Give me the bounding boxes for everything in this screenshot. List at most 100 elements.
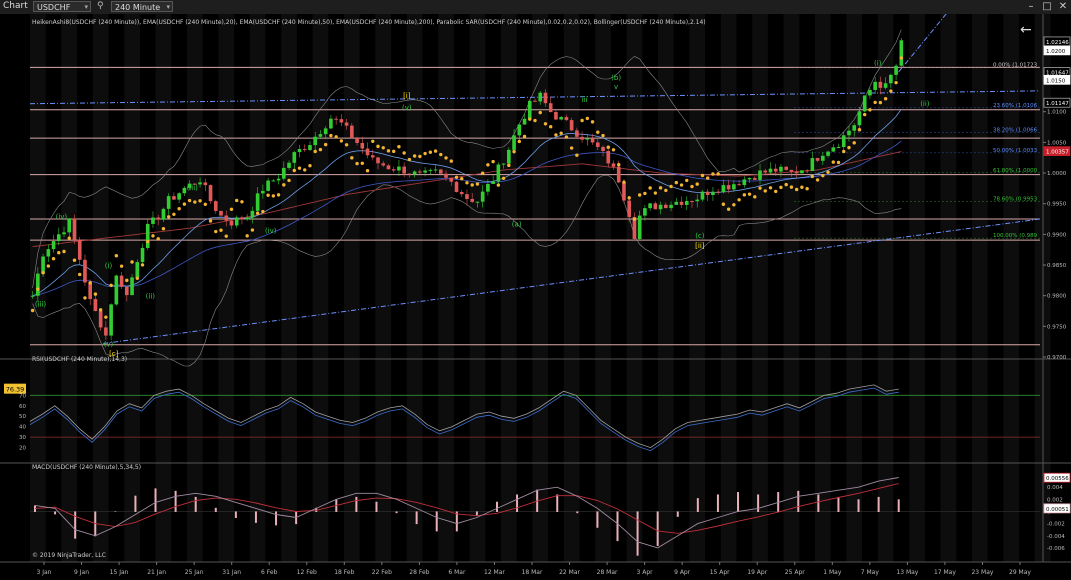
wave-label: (i) xyxy=(874,60,882,68)
candle-body xyxy=(669,204,673,209)
x-tick-label: 6 Mar xyxy=(448,569,466,576)
price-y-tick: 0.9950 xyxy=(1047,202,1067,208)
sar-dot xyxy=(543,122,548,126)
timeframe-select[interactable]: 240 Minute ▾ xyxy=(111,1,173,12)
session-stripe xyxy=(312,14,329,562)
candle-body xyxy=(800,170,804,174)
price-y-tick: 1.0050 xyxy=(1047,140,1067,146)
candle-body xyxy=(313,136,318,146)
candle-body xyxy=(292,152,297,163)
candle-body xyxy=(658,204,663,210)
sar-dot xyxy=(486,163,490,167)
wave-label: (ii) xyxy=(146,293,156,301)
search-icon[interactable]: ⚲ xyxy=(97,1,104,11)
sar-dot xyxy=(271,194,276,198)
sar-dot xyxy=(826,170,830,174)
candle-body xyxy=(156,217,161,220)
candle-body xyxy=(109,304,113,336)
x-tick-label: 17 May xyxy=(934,569,956,576)
sar-dot xyxy=(135,276,139,280)
x-tick-label: 13 May xyxy=(896,569,918,576)
minimize-icon[interactable]: – xyxy=(1024,0,1038,14)
chart-menu[interactable]: Chart xyxy=(3,1,28,11)
candle-body xyxy=(826,151,830,156)
wave-label: (iii) xyxy=(187,184,199,192)
sar-dot xyxy=(679,183,684,187)
candle-body xyxy=(381,163,386,166)
candle-body xyxy=(491,181,495,184)
sar-dot xyxy=(454,175,459,179)
x-tick-label: 15 Jan xyxy=(110,569,129,576)
candle-body xyxy=(276,178,281,181)
close-icon[interactable]: ✕ xyxy=(1056,0,1070,14)
sar-dot xyxy=(737,198,741,202)
macd-histogram-bar xyxy=(857,499,860,512)
candle-body xyxy=(323,128,328,135)
macd-histogram-bar xyxy=(254,511,257,523)
instrument-select[interactable]: USDCHF ▾ xyxy=(33,1,91,12)
candle-body xyxy=(166,196,171,209)
candle-body xyxy=(815,158,820,161)
sar-dot xyxy=(407,157,412,162)
macd-histogram-bar xyxy=(495,501,498,512)
sar-dot xyxy=(805,187,809,191)
candle-body xyxy=(56,234,61,242)
candle-body xyxy=(606,151,611,164)
back-arrow-icon[interactable]: ← xyxy=(1020,22,1032,38)
candle-body xyxy=(370,155,375,158)
candle-body xyxy=(700,191,705,200)
sar-dot xyxy=(878,100,883,105)
candle-body xyxy=(145,223,150,248)
price-flag-value: 1.00357 xyxy=(1046,150,1069,156)
macd-y-tick: 0.004 xyxy=(1047,485,1063,491)
candle-body xyxy=(690,201,694,203)
candle-body xyxy=(229,220,234,226)
candle-body xyxy=(72,218,77,240)
fib-level-label: 78.60% (0.9953 xyxy=(993,197,1038,203)
candle-body xyxy=(261,190,265,194)
candle-body xyxy=(51,241,56,250)
sar-dot xyxy=(501,176,506,180)
candle-body xyxy=(789,169,794,172)
candle-body xyxy=(454,181,459,193)
sar-dot xyxy=(548,125,553,129)
sar-dot xyxy=(444,156,448,160)
chart-canvas[interactable]: 0.00% (1.01723 23.60% (1.0106 38.20% (1.00… xyxy=(0,14,1071,580)
sar-dot xyxy=(166,215,171,219)
candle-body xyxy=(386,165,391,170)
candle-body xyxy=(512,135,516,150)
sar-dot xyxy=(182,202,187,206)
wave-label: [i] xyxy=(403,92,411,100)
wave-label: (i) xyxy=(105,262,113,270)
candle-body xyxy=(135,262,140,278)
candle-body xyxy=(62,232,66,235)
macd-histogram-bar xyxy=(556,494,559,512)
sar-dot xyxy=(842,149,846,154)
sar-dot xyxy=(653,191,658,195)
candle-body xyxy=(616,166,621,183)
candle-body xyxy=(758,170,762,180)
sar-dot xyxy=(83,296,87,300)
maximize-icon[interactable]: □ xyxy=(1040,0,1054,14)
sar-dot xyxy=(742,193,747,197)
macd-histogram-bar xyxy=(455,511,458,532)
candle-body xyxy=(716,191,720,193)
rsi-title: RSI(USDCHF (240 Minute),14,3) xyxy=(32,356,127,363)
candle-body xyxy=(784,166,789,170)
sar-dot xyxy=(130,260,134,264)
candle-body xyxy=(601,146,605,152)
sar-dot xyxy=(224,234,228,238)
candle-body xyxy=(684,201,689,205)
sar-dot xyxy=(794,187,799,192)
sar-dot xyxy=(789,185,794,189)
session-stripe xyxy=(438,14,454,562)
sar-dot xyxy=(512,149,516,154)
sar-dot xyxy=(313,149,317,154)
candle-body xyxy=(486,183,490,192)
candle-body xyxy=(287,162,291,168)
sar-dot xyxy=(350,156,354,160)
session-stripe xyxy=(720,14,737,562)
sar-dot xyxy=(67,236,71,240)
macd-histogram-bar xyxy=(154,488,157,512)
candle-body xyxy=(711,191,715,195)
